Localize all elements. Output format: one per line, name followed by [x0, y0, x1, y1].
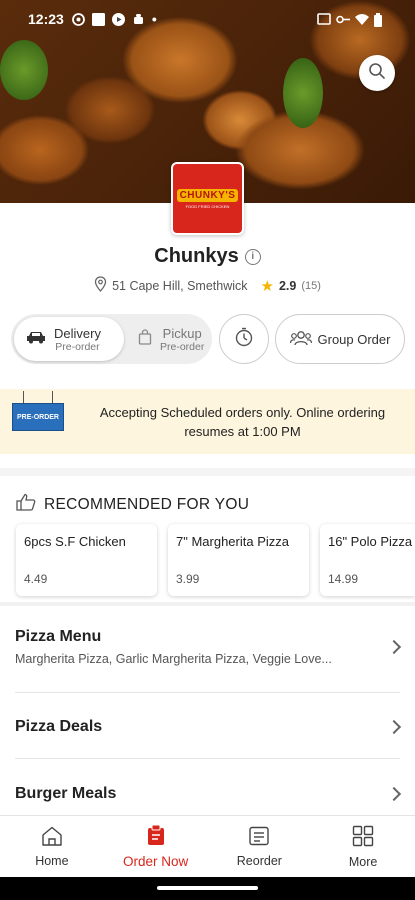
nav-home-label: Home: [35, 853, 69, 868]
delivery-label: Delivery: [54, 325, 101, 341]
bottom-navigation: Home Order Now Reorder More: [0, 815, 415, 877]
menu-category-pizza-menu[interactable]: Pizza Menu Margherita Pizza, Garlic Marg…: [0, 628, 415, 666]
menu-category-title: Pizza Menu: [15, 628, 102, 645]
recommended-label: RECOMMENDED FOR YOU: [44, 495, 250, 513]
menu-category-desc: Margherita Pizza, Garlic Margherita Pizz…: [15, 652, 332, 666]
recommended-heading: RECOMMENDED FOR YOU: [16, 493, 249, 516]
nav-order-now[interactable]: Order Now: [104, 816, 208, 877]
group-icon: [289, 330, 312, 349]
pickup-sub: Pre-order: [160, 340, 205, 353]
thumbs-up-icon: [16, 493, 36, 516]
order-mode-toggle: Delivery Pre-order Pickup Pre-order: [11, 314, 212, 364]
menu-category-pizza-deals[interactable]: Pizza Deals: [0, 718, 415, 736]
wifi-icon: [355, 13, 369, 26]
status-bar: 12:23 •: [0, 0, 415, 38]
key-icon: [336, 13, 350, 26]
herb-garnish: [283, 58, 323, 128]
recommended-item-price: 3.99: [176, 572, 200, 586]
recommended-item-name: 16" Polo Pizza: [328, 534, 413, 549]
home-gesture-handle[interactable]: [157, 886, 258, 890]
receipt-icon: [248, 826, 270, 849]
recommended-card[interactable]: 7" Margherita Pizza 3.99: [168, 524, 309, 596]
system-navigation-bar: [0, 877, 415, 900]
pre-order-sign-icon: PRE-ORDER: [12, 403, 64, 431]
banner-text: Accepting Scheduled orders only. Online …: [99, 404, 386, 439]
rating-count: (15): [301, 279, 321, 292]
schedule-banner: PRE-ORDER Accepting Scheduled orders onl…: [0, 389, 415, 454]
grid-icon: [352, 825, 374, 850]
logo-subtext: FOOD FRIED CHICKEN: [185, 203, 230, 209]
delivery-sub: Pre-order: [55, 340, 100, 353]
recommended-item-name: 6pcs S.F Chicken: [24, 534, 126, 549]
nav-order-now-label: Order Now: [122, 854, 189, 869]
recommended-item-price: 14.99: [328, 572, 359, 586]
star-icon: ★: [260, 277, 274, 295]
menu-category-burger-meals[interactable]: Burger Meals: [0, 785, 415, 803]
recommended-item-price: 4.49: [24, 572, 48, 586]
location-pin-icon: [94, 276, 107, 295]
search-icon: [368, 62, 386, 85]
nav-more[interactable]: More: [311, 816, 415, 877]
pickup-mode-button[interactable]: Pickup Pre-order: [126, 317, 212, 361]
search-button[interactable]: [359, 55, 395, 91]
list-divider: [15, 692, 400, 693]
notification-icon: [91, 12, 105, 26]
section-divider: [0, 602, 415, 606]
home-icon: [41, 826, 63, 849]
info-icon[interactable]: i: [244, 249, 261, 265]
order-icon: [147, 824, 165, 849]
list-divider: [15, 758, 400, 759]
restaurant-meta: 51 Cape Hill, Smethwick ★ 2.9 (15): [0, 276, 415, 295]
restaurant-name: Chunkys: [154, 245, 239, 267]
delivery-mode-button[interactable]: Delivery Pre-order: [14, 317, 124, 361]
notification-icon: [71, 12, 85, 26]
menu-category-title: Burger Meals: [15, 785, 117, 802]
car-icon: [26, 330, 46, 349]
nav-home[interactable]: Home: [0, 816, 104, 877]
nav-reorder-label: Reorder: [236, 853, 282, 868]
timer-icon: [234, 327, 254, 352]
nav-reorder[interactable]: Reorder: [208, 816, 312, 877]
recommended-card[interactable]: 16" Polo Pizza 14.99: [320, 524, 415, 596]
pickup-label: Pickup: [162, 325, 202, 341]
logo-text: CHUNKY'S: [176, 188, 239, 202]
nav-more-label: More: [348, 854, 378, 869]
android-icon: [132, 13, 145, 26]
status-time: 12:23: [28, 11, 64, 27]
recommended-card[interactable]: 6pcs S.F Chicken 4.49: [16, 524, 157, 596]
restaurant-logo: CHUNKY'S FOOD FRIED CHICKEN: [171, 162, 244, 235]
bag-icon: [138, 328, 152, 350]
menu-category-title: Pizza Deals: [15, 718, 103, 735]
battery-icon: [374, 12, 387, 27]
recommended-list: 6pcs S.F Chicken 4.49 7" Margherita Pizz…: [16, 524, 415, 596]
play-icon: [111, 12, 125, 26]
rating-value[interactable]: 2.9: [279, 279, 296, 293]
group-order-label: Group Order: [317, 331, 391, 347]
restaurant-address[interactable]: 51 Cape Hill, Smethwick: [112, 279, 247, 293]
cast-icon: [317, 12, 331, 26]
group-order-button[interactable]: Group Order: [275, 314, 405, 364]
section-divider: [0, 468, 415, 476]
recommended-item-name: 7" Margherita Pizza: [176, 534, 289, 549]
schedule-button[interactable]: [219, 314, 269, 364]
more-notifications-icon: •: [151, 11, 157, 27]
restaurant-title: Chunkys i: [0, 245, 415, 268]
herb-garnish: [0, 40, 48, 100]
